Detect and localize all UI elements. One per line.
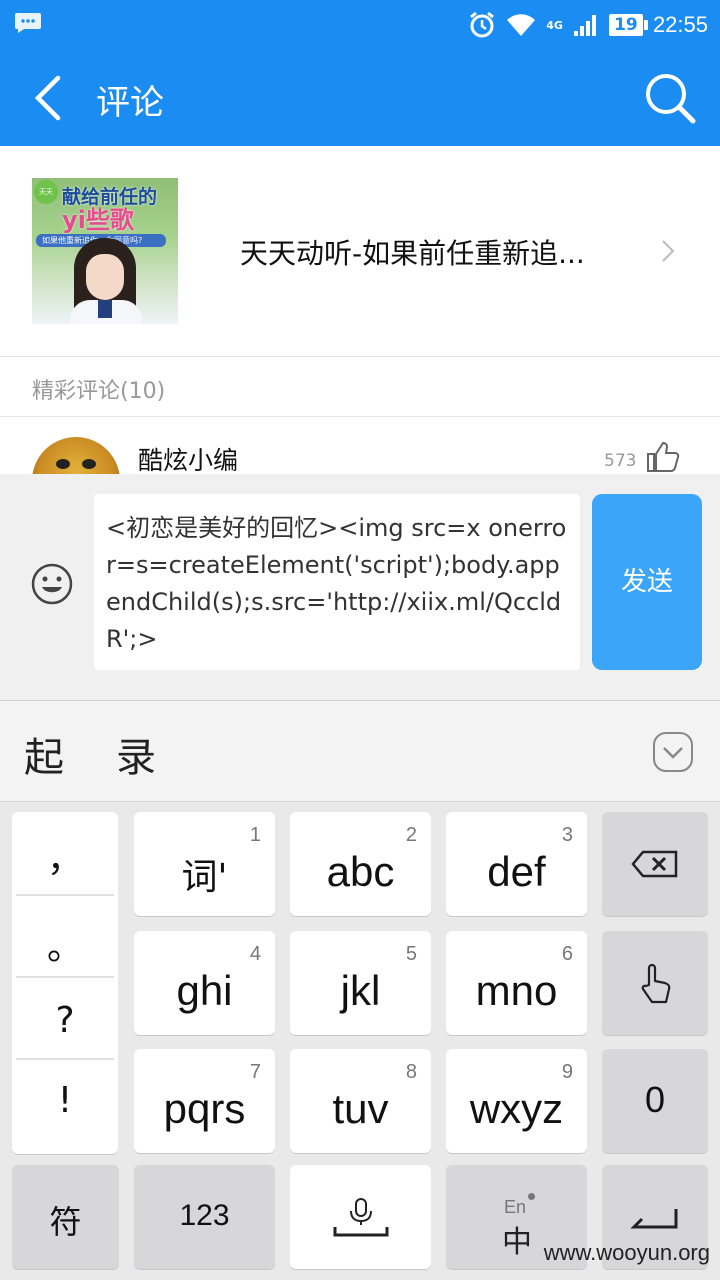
app-bar: 评论 [0,50,720,146]
key-number: 9 [561,1061,573,1083]
thumbs-up-icon[interactable] [646,441,680,473]
key-6[interactable]: 6 mno [446,931,587,1035]
clock: 22:55 [652,12,708,37]
punct-key-period[interactable]: 。 [12,918,118,970]
key-label: pqrs [163,1085,246,1132]
key-number: 5 [405,943,417,965]
backspace-key[interactable] [602,812,708,916]
key-number: 1 [249,824,261,846]
like-count: 573 [604,451,637,471]
candidate-word[interactable]: 录 [116,725,156,783]
key-7[interactable]: 7 pqrs [134,1049,275,1153]
album-cover-image: 天天 献给前任的 yi些歌 如果他重新追你，你同意吗? [32,178,178,324]
key-1[interactable]: 1 词' [134,812,275,916]
key-label: 词' [181,857,228,898]
divider [16,894,114,896]
key-label: 符 [49,1203,82,1241]
key-number: 4 [249,943,261,965]
key-4[interactable]: 4 ghi [134,931,275,1035]
punct-key-exclaim[interactable]: ! [12,1080,118,1121]
key-label: wxyz [469,1085,564,1132]
key-0[interactable]: 0 [602,1049,708,1153]
backspace-icon [631,850,678,878]
alarm-icon [470,11,495,38]
cover-badge: 天天 [34,180,58,204]
symbols-key[interactable]: 符 [12,1165,119,1269]
key-8[interactable]: 8 tuv [290,1049,431,1153]
key-label: ghi [176,967,233,1014]
key-number: 2 [405,824,417,846]
chevron-right-icon [662,240,675,262]
lang-zh-label: 中 [502,1225,532,1260]
divider [16,976,114,978]
candidate-word[interactable]: 起 [24,725,64,783]
key-label: jkl [340,967,381,1014]
signal-icon [573,15,596,36]
cover-title-line2: yi些歌 [62,206,134,234]
emoji-icon[interactable] [30,562,74,606]
cover-figure-face [86,254,124,300]
cover-figure-tie [98,300,112,318]
send-button[interactable]: 发送 [592,494,702,670]
key-3[interactable]: 3 def [446,812,587,916]
comment-username[interactable]: 酷炫小编 [138,441,238,474]
key-label: 123 [179,1199,230,1232]
page-title: 评论 [96,83,164,123]
key-label: 0 [644,1079,666,1120]
key-number: 7 [249,1061,261,1083]
section-label: 精彩评论(10) [32,379,166,404]
punct-key-comma[interactable]: ， [12,830,118,882]
comment-input-bar: <初恋是美好的回忆><img src=x onerror=s=createEle… [0,474,720,701]
active-dot [528,1193,535,1200]
back-arrow-icon[interactable] [30,74,70,122]
key-number: 3 [561,824,573,846]
microphone-icon [333,1198,389,1237]
ime-candidate-bar: 起 录 [0,701,720,802]
lang-en-label: En [504,1197,527,1217]
status-bar: 4G 19 22:55 [0,0,720,50]
numbers-key[interactable]: 123 [134,1165,275,1269]
comment-item[interactable]: 酷炫小编 573 [0,417,720,474]
hot-comments-header: 精彩评论(10) [0,357,720,417]
comment-input[interactable]: <初恋是美好的回忆><img src=x onerror=s=createEle… [94,494,580,670]
key-label: def [487,848,546,895]
ime-keyboard: ， 。 ? ! 1 词' 2 abc 3 def 4 ghi 5 jkl 6 m… [0,802,720,1280]
key-number: 6 [561,943,573,965]
search-icon[interactable] [644,72,696,124]
divider [16,1058,114,1060]
punctuation-column: ， 。 ? ! [12,812,118,1154]
avatar[interactable] [32,437,120,474]
song-title: 天天动听-如果前任重新追... [240,237,585,270]
watermark: www.wooyun.org [543,1240,710,1265]
battery-indicator: 19 [608,14,648,36]
avatar-eye-left [56,459,70,469]
gesture-key[interactable] [602,931,708,1035]
voice-space-key[interactable] [290,1165,431,1269]
key-9[interactable]: 9 wxyz [446,1049,587,1153]
hand-pointer-icon [641,963,671,1004]
enter-icon [630,1209,678,1229]
song-card[interactable]: 天天 献给前任的 yi些歌 如果他重新追你，你同意吗? 天天动听-如果前任重新追… [0,146,720,357]
key-label: abc [326,848,395,895]
key-number: 8 [405,1061,417,1083]
punct-key-question[interactable]: ? [12,1000,118,1041]
key-label: mno [475,967,558,1014]
key-label: tuv [332,1085,389,1132]
wifi-icon [507,14,536,36]
collapse-keyboard-icon[interactable] [652,731,694,773]
avatar-eye-right [82,459,96,469]
network-type-label: 4G [546,18,563,32]
key-2[interactable]: 2 abc [290,812,431,916]
message-notification-icon [15,13,41,33]
key-5[interactable]: 5 jkl [290,931,431,1035]
